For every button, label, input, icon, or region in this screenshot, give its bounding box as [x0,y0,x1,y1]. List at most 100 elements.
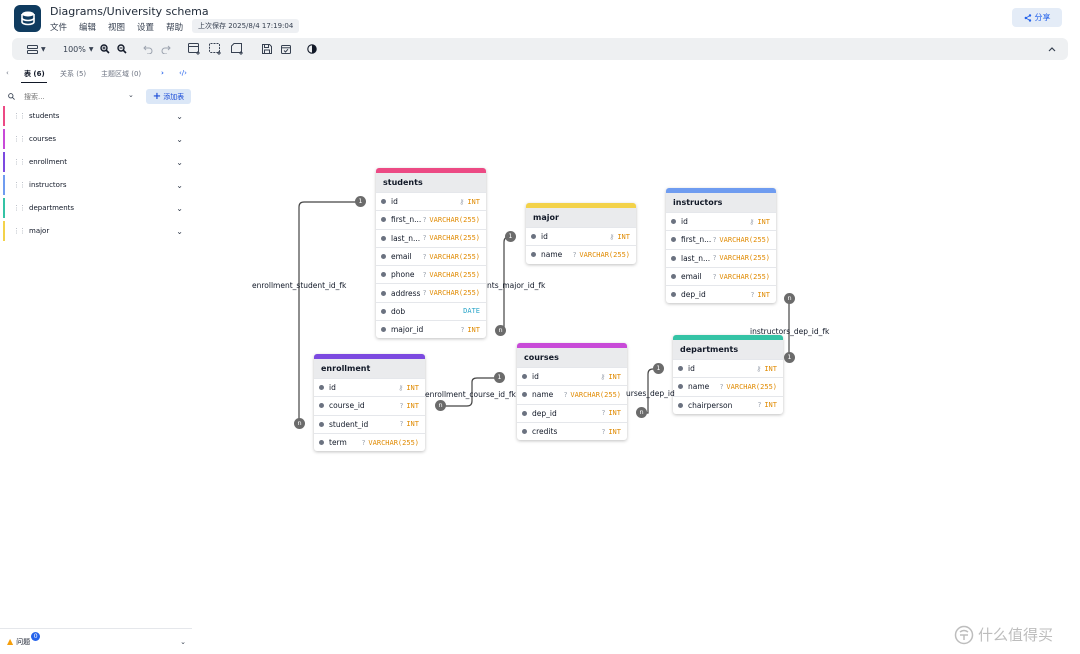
table-card-major[interactable]: major id ⚷ INT name? VARCHAR(255) [526,203,636,264]
chevron-down-icon[interactable]: ⌄ [128,91,134,99]
field-handle-icon[interactable] [381,290,386,296]
field-handle-icon[interactable] [381,308,386,314]
field-row[interactable]: dob DATE [376,301,486,320]
drag-handle-icon[interactable]: ⋮⋮ [13,112,26,120]
field-handle-icon[interactable] [522,410,527,416]
drag-handle-icon[interactable]: ⋮⋮ [13,135,26,143]
table-card-enrollment[interactable]: enrollment id ⚷ INT course_id? INT student_id?… [314,354,425,452]
field-handle-icon[interactable] [381,199,386,205]
menu-edit[interactable]: 编辑 [79,21,96,33]
field-row[interactable]: id ⚷ INT [526,227,636,245]
tab-tables[interactable]: 表 (6) [24,69,45,79]
sidebar-item-courses[interactable]: ⋮⋮ courses ⌄ [3,129,189,149]
sidebar-item-departments[interactable]: ⋮⋮ departments ⌄ [3,198,189,218]
sidebar-item-instructors[interactable]: ⋮⋮ instructors ⌄ [3,175,189,195]
field-handle-icon[interactable] [671,237,676,243]
field-handle-icon[interactable] [522,374,527,380]
field-row[interactable]: course_id? INT [314,396,425,414]
zoom-level-select[interactable]: 100% ▼ [63,38,94,60]
field-handle-icon[interactable] [522,429,527,435]
field-handle-icon[interactable] [671,219,676,225]
field-row[interactable]: email? VARCHAR(255) [666,266,776,285]
issues-panel[interactable]: ▲ 问题 0 ⌄ [0,628,192,654]
drag-handle-icon[interactable]: ⋮⋮ [13,204,26,212]
undo-button[interactable] [143,38,153,60]
field-row[interactable]: name? VARCHAR(255) [673,377,783,395]
chevron-down-icon[interactable]: ⌄ [176,204,183,213]
field-row[interactable]: id ⚷ INT [666,212,776,230]
collapse-toolbar-button[interactable] [1048,38,1056,60]
field-row[interactable]: email? VARCHAR(255) [376,246,486,265]
search-field[interactable]: ⌄ [4,89,140,104]
table-card-students[interactable]: students id ⚷ INT first_n...? VARCHAR(255) las… [376,168,486,339]
chevron-down-icon[interactable]: ⌄ [176,135,183,144]
relationship-label[interactable]: urses_dep_id [626,389,675,398]
field-row[interactable]: dep_id? INT [666,285,776,303]
field-handle-icon[interactable] [319,385,324,391]
field-row[interactable]: id ⚷ INT [673,359,783,377]
redo-button[interactable] [161,38,171,60]
share-button[interactable]: 分享 [1012,8,1062,27]
zoom-out-button[interactable] [117,38,127,60]
table-card-departments[interactable]: departments id ⚷ INT name? VARCHAR(255) chairp… [673,335,783,414]
field-handle-icon[interactable] [381,254,386,260]
menu-view[interactable]: 视图 [108,21,125,33]
table-card-header[interactable]: enrollment [314,354,425,378]
field-row[interactable]: student_id? INT [314,414,425,433]
drag-handle-icon[interactable]: ⋮⋮ [13,227,26,235]
field-row[interactable]: credits? INT [517,421,627,440]
table-card-header[interactable]: instructors [666,188,776,212]
code-icon[interactable]: ‹/› [179,69,187,77]
field-handle-icon[interactable] [671,292,676,298]
field-row[interactable]: chairperson? INT [673,395,783,414]
field-handle-icon[interactable] [531,234,536,240]
field-row[interactable]: last_n...? VARCHAR(255) [376,228,486,247]
menu-help[interactable]: 帮助 [166,21,183,33]
diagram-title[interactable]: Diagrams/University schema [50,5,209,18]
menu-file[interactable]: 文件 [50,21,67,33]
chevron-down-icon[interactable]: ⌄ [176,158,183,167]
field-row[interactable]: last_n...? VARCHAR(255) [666,248,776,267]
field-row[interactable]: major_id? INT [376,320,486,338]
table-card-header[interactable]: courses [517,343,627,367]
field-row[interactable]: id ⚷ INT [517,367,627,385]
chevron-down-icon[interactable]: ⌄ [180,638,186,646]
field-handle-icon[interactable] [381,217,386,223]
sidebar-item-students[interactable]: ⋮⋮ students ⌄ [3,106,189,126]
versions-button[interactable] [281,38,291,60]
diagram-canvas[interactable]: students id ⚷ INT first_n...? VARCHAR(255) las… [192,62,1080,654]
app-logo-icon[interactable] [14,5,41,32]
field-row[interactable]: id ⚷ INT [314,378,425,396]
field-row[interactable]: dep_id? INT [517,403,627,422]
drag-handle-icon[interactable]: ⋮⋮ [13,181,26,189]
save-button[interactable] [262,38,272,60]
field-handle-icon[interactable] [678,384,683,390]
tabs-scroll-right-icon[interactable]: › [161,69,164,77]
add-table-tool-button[interactable] [188,38,201,60]
search-input[interactable] [24,92,124,101]
tabs-scroll-left-icon[interactable]: ‹ [6,69,9,77]
field-handle-icon[interactable] [531,252,536,258]
field-handle-icon[interactable] [522,392,527,398]
table-card-header[interactable]: students [376,168,486,192]
field-handle-icon[interactable] [678,366,683,372]
field-row[interactable]: address? VARCHAR(255) [376,283,486,301]
add-note-tool-button[interactable] [231,38,244,60]
chevron-down-icon[interactable]: ⌄ [176,112,183,121]
add-area-tool-button[interactable] [209,38,222,60]
table-card-header[interactable]: major [526,203,636,227]
drag-handle-icon[interactable]: ⋮⋮ [13,158,26,166]
layout-menu-button[interactable]: ▼ [27,38,46,60]
field-row[interactable]: name? VARCHAR(255) [526,245,636,263]
field-handle-icon[interactable] [319,403,324,409]
field-handle-icon[interactable] [381,327,386,333]
zoom-in-button[interactable] [100,38,110,60]
relationship-label[interactable]: enrollment_student_id_fk [252,281,346,290]
field-row[interactable]: name? VARCHAR(255) [517,385,627,403]
field-row[interactable]: first_n...? VARCHAR(255) [376,210,486,228]
field-row[interactable]: first_n...? VARCHAR(255) [666,230,776,248]
field-handle-icon[interactable] [319,421,324,427]
add-table-button[interactable]: + 添加表 [146,89,191,104]
tab-relationships[interactable]: 关系 (5) [60,69,86,79]
relationship-label[interactable]: instructors_dep_id_fk [750,327,829,336]
